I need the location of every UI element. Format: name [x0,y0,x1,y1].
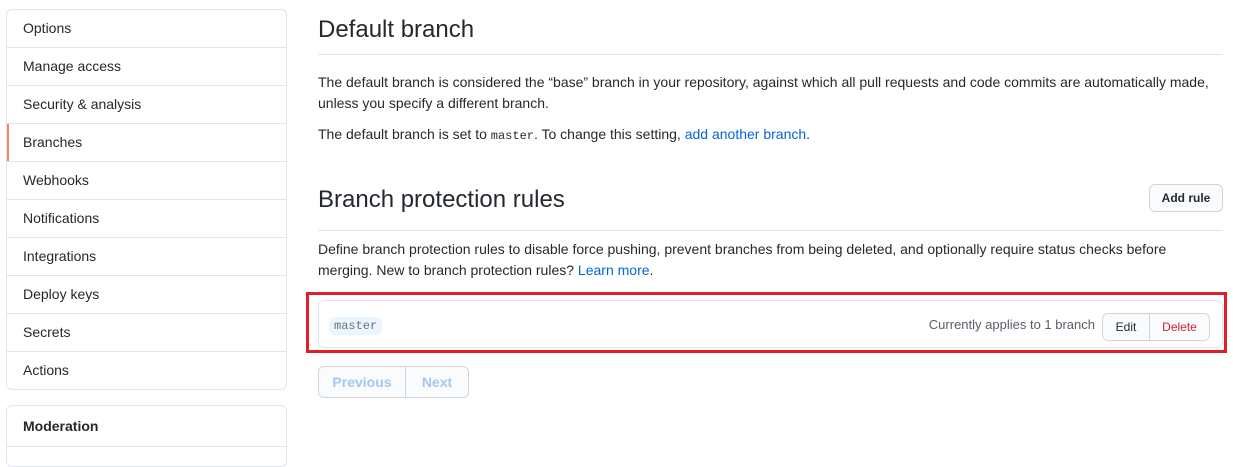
default-branch-title: Default branch [318,16,475,43]
default-branch-description: The default branch is considered the “ba… [318,74,1209,111]
moderation-header: Moderation [7,406,286,447]
main-content: Default branch The default branch is con… [318,0,1223,281]
settings-sidebar: Options Manage access Security & analysi… [6,9,287,390]
sidebar-item-deploy-keys[interactable]: Deploy keys [7,276,286,314]
default-branch-name: master [490,129,534,143]
add-rule-button[interactable]: Add rule [1149,184,1223,212]
pagination: Previous Next [318,366,469,398]
sidebar-item-secrets[interactable]: Secrets [7,314,286,352]
sidebar-item-security-analysis[interactable]: Security & analysis [7,86,286,124]
protection-title: Branch protection rules [318,186,565,213]
sidebar-item-branches[interactable]: Branches [7,124,286,162]
moderation-sidebar: Moderation [6,405,287,467]
learn-more-link[interactable]: Learn more [578,262,650,278]
protection-header: Branch protection rules Add rule [318,184,1223,231]
add-another-branch-link[interactable]: add another branch [685,126,806,142]
learn-more-suffix: . [649,262,654,278]
protection-description: Define branch protection rules to disabl… [318,239,1223,281]
sidebar-item-webhooks[interactable]: Webhooks [7,162,286,200]
default-branch-set-middle: . To change this setting, [533,126,685,142]
sidebar-item-notifications[interactable]: Notifications [7,200,286,238]
next-page-button[interactable]: Next [406,366,469,398]
default-branch-set-suffix: . [806,126,811,142]
default-branch-set-prefix: The default branch is set to [318,126,491,142]
highlight-annotation-box [306,292,1227,353]
sidebar-item-manage-access[interactable]: Manage access [7,48,286,86]
default-branch-header: Default branch [318,0,1223,55]
previous-page-button[interactable]: Previous [318,366,406,398]
default-branch-setting: The default branch is set to master. To … [318,124,1223,147]
sidebar-item-options[interactable]: Options [7,10,286,48]
sidebar-item-actions[interactable]: Actions [7,352,286,389]
protection-description-text: Define branch protection rules to disabl… [318,241,1167,278]
sidebar-item-integrations[interactable]: Integrations [7,238,286,276]
